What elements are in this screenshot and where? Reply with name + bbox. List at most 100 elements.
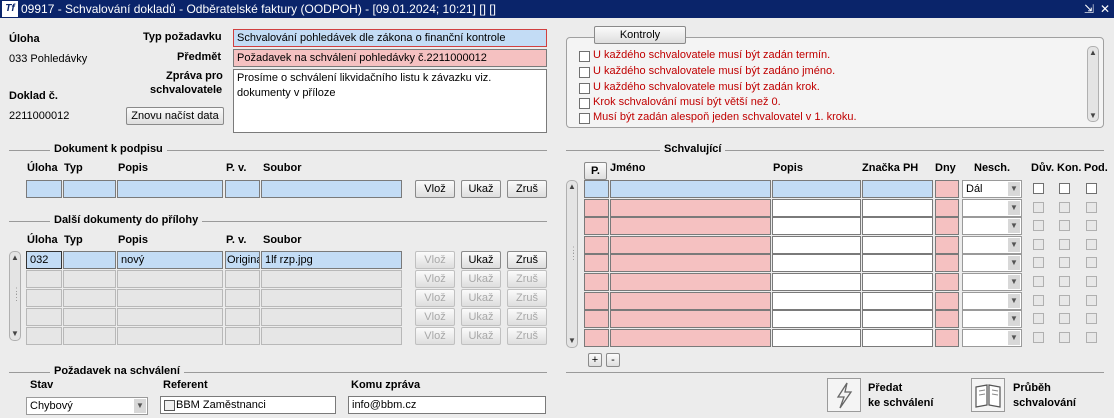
col-p-button[interactable]: P. [584, 162, 607, 180]
scroll-grip-icon[interactable]: ⋮ ⋮ [12, 287, 21, 302]
dalsi-ukaz-button[interactable]: Ukaž [461, 289, 501, 307]
restore-icon[interactable]: ⇲ [1084, 2, 1094, 16]
approver-nesch-select[interactable]: ▼ [962, 310, 1022, 328]
dalsi-pv-field[interactable] [225, 327, 260, 345]
scroll-up-icon[interactable]: ▲ [9, 253, 21, 262]
kon-checkbox[interactable] [1059, 257, 1070, 268]
approver-p-field[interactable] [584, 329, 609, 347]
prubeh-label-2[interactable]: schvalování [1013, 397, 1076, 409]
approver-popis-field[interactable] [772, 217, 861, 235]
approver-nesch-select[interactable]: ▼ [962, 254, 1022, 272]
approver-p-field[interactable] [584, 254, 609, 272]
dalsi-soubor-field[interactable] [261, 270, 402, 288]
approver-znacka-field[interactable] [862, 310, 933, 328]
chevron-down-icon[interactable]: ▼ [1008, 256, 1020, 270]
dalsi-uloha-field[interactable]: 032 [26, 251, 62, 269]
approver-popis-field[interactable] [772, 273, 861, 291]
dalsi-typ-field[interactable] [63, 327, 116, 345]
kontrola-checkbox[interactable] [579, 98, 590, 109]
pod-checkbox[interactable] [1086, 183, 1097, 194]
dokument-vloz-button[interactable]: Vlož [415, 180, 455, 198]
predmet-field[interactable]: Požadavek na schválení pohledávky č.2211… [233, 49, 547, 67]
approver-jmeno-field[interactable] [610, 236, 771, 254]
approver-nesch-select[interactable]: ▼ [962, 329, 1022, 347]
duv-checkbox[interactable] [1033, 276, 1044, 287]
dalsi-ukaz-button[interactable]: Ukaž [461, 327, 501, 345]
kon-checkbox[interactable] [1059, 332, 1070, 343]
kon-checkbox[interactable] [1059, 202, 1070, 213]
dalsi-zrus-button[interactable]: Zruš [507, 270, 547, 288]
dalsi-soubor-field[interactable] [261, 308, 402, 326]
dalsi-ukaz-button[interactable]: Ukaž [461, 270, 501, 288]
chevron-down-icon[interactable]: ▼ [1008, 182, 1020, 196]
close-icon[interactable]: ✕ [1100, 2, 1110, 16]
dalsi-uloha-field[interactable] [26, 308, 62, 326]
scroll-down-icon[interactable]: ▼ [9, 329, 21, 338]
approver-p-field[interactable] [584, 236, 609, 254]
dalsi-vloz-button[interactable]: Vlož [415, 289, 455, 307]
referent-field[interactable]: BBM Zaměstnanci [160, 396, 336, 414]
approver-znacka-field[interactable] [862, 217, 933, 235]
dalsi-typ-field[interactable] [63, 289, 116, 307]
kon-checkbox[interactable] [1059, 220, 1070, 231]
dokument-ukaz-button[interactable]: Ukaž [461, 180, 501, 198]
scroll-up-icon[interactable]: ▲ [1087, 48, 1099, 57]
approver-jmeno-field[interactable] [610, 310, 771, 328]
approver-nesch-select[interactable]: ▼ [962, 236, 1022, 254]
approver-znacka-field[interactable] [862, 292, 933, 310]
dokument-typ-field[interactable] [63, 180, 116, 198]
approver-popis-field[interactable] [772, 292, 861, 310]
approver-nesch-select[interactable]: ▼ [962, 273, 1022, 291]
approver-znacka-field[interactable] [862, 236, 933, 254]
dalsi-popis-field[interactable] [117, 308, 223, 326]
approver-dny-field[interactable] [935, 199, 959, 217]
scroll-grip-icon[interactable]: ⋮ ⋮ [569, 246, 578, 261]
approver-dny-field[interactable] [935, 217, 959, 235]
dalsi-pv-field[interactable] [225, 270, 260, 288]
approver-p-field[interactable] [584, 217, 609, 235]
approver-dny-field[interactable] [935, 180, 959, 198]
chevron-down-icon[interactable]: ▼ [1008, 312, 1020, 326]
approver-dny-field[interactable] [935, 236, 959, 254]
approver-jmeno-field[interactable] [610, 217, 771, 235]
dokument-soubor-field[interactable] [261, 180, 402, 198]
duv-checkbox[interactable] [1033, 220, 1044, 231]
approver-znacka-field[interactable] [862, 329, 933, 347]
dokument-popis-field[interactable] [117, 180, 223, 198]
prubeh-label-1[interactable]: Průběh [1013, 382, 1051, 394]
kontrola-checkbox[interactable] [579, 67, 590, 78]
dokument-pv-field[interactable] [225, 180, 260, 198]
approver-p-field[interactable] [584, 273, 609, 291]
approver-dny-field[interactable] [935, 292, 959, 310]
approver-znacka-field[interactable] [862, 199, 933, 217]
dalsi-zrus-button[interactable]: Zruš [507, 308, 547, 326]
pod-checkbox[interactable] [1086, 313, 1097, 324]
dalsi-typ-field[interactable] [63, 251, 116, 269]
dalsi-ukaz-button[interactable]: Ukaž [461, 308, 501, 326]
dalsi-zrus-button[interactable]: Zruš [507, 289, 547, 307]
dalsi-uloha-field[interactable] [26, 327, 62, 345]
approver-nesch-select[interactable]: ▼ [962, 217, 1022, 235]
dokument-uloha-field[interactable] [26, 180, 62, 198]
approver-popis-field[interactable] [772, 310, 861, 328]
dalsi-uloha-field[interactable] [26, 270, 62, 288]
predat-label-2[interactable]: ke schválení [868, 397, 933, 409]
kontrola-checkbox[interactable] [579, 113, 590, 124]
approver-popis-field[interactable] [772, 329, 861, 347]
duv-checkbox[interactable] [1033, 183, 1044, 194]
zprava-textarea[interactable]: Prosíme o schválení likvidačního listu k… [233, 69, 547, 133]
approver-dny-field[interactable] [935, 273, 959, 291]
kontrola-checkbox[interactable] [579, 51, 590, 62]
approver-popis-field[interactable] [772, 254, 861, 272]
approver-p-field[interactable] [584, 199, 609, 217]
kon-checkbox[interactable] [1059, 313, 1070, 324]
approver-nesch-select[interactable]: ▼ [962, 292, 1022, 310]
chevron-down-icon[interactable]: ▼ [1008, 219, 1020, 233]
duv-checkbox[interactable] [1033, 257, 1044, 268]
scroll-up-icon[interactable]: ▲ [566, 182, 578, 191]
dalsi-popis-field[interactable] [117, 327, 223, 345]
duv-checkbox[interactable] [1033, 313, 1044, 324]
dalsi-popis-field[interactable] [117, 289, 223, 307]
dalsi-soubor-field[interactable] [261, 327, 402, 345]
approver-jmeno-field[interactable] [610, 180, 771, 198]
